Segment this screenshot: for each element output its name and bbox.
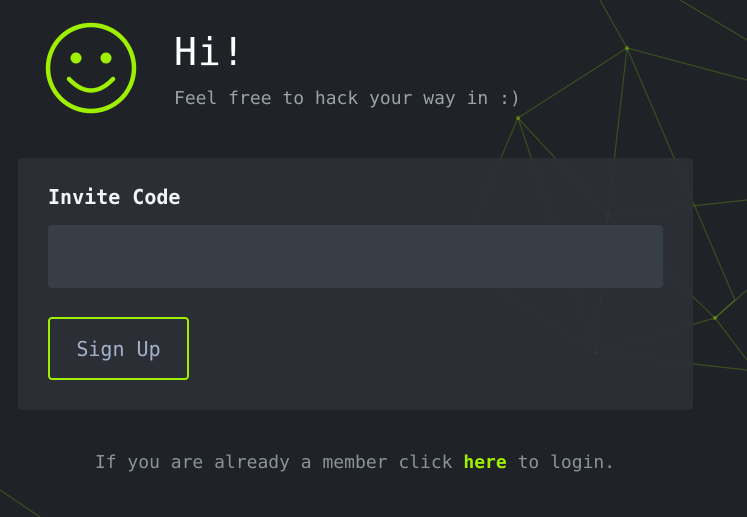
smiley-face-icon bbox=[45, 22, 137, 114]
page-subtitle: Feel free to hack your way in :) bbox=[174, 88, 521, 109]
login-prompt: If you are already a member click here t… bbox=[0, 451, 710, 475]
page-title: Hi! bbox=[174, 30, 246, 74]
invite-code-label: Invite Code bbox=[48, 185, 181, 209]
login-prompt-prefix: If you are already a member click bbox=[94, 452, 453, 473]
sign-up-button[interactable]: Sign Up bbox=[48, 317, 189, 380]
invite-code-input[interactable] bbox=[48, 225, 663, 288]
login-link[interactable]: here bbox=[463, 452, 506, 473]
signup-card: Invite Code Sign Up bbox=[18, 158, 693, 410]
login-prompt-suffix: to login. bbox=[517, 452, 616, 473]
